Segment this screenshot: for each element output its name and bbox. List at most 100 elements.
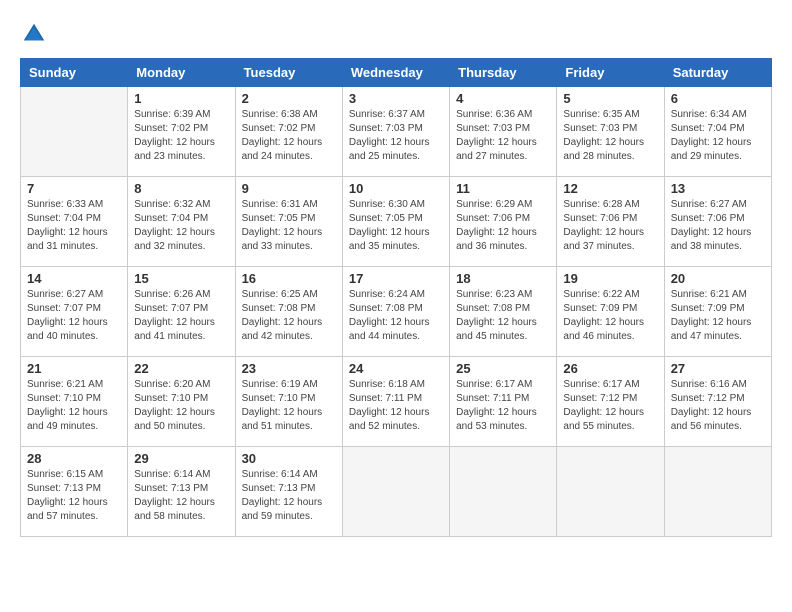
week-row-1: 1 Sunrise: 6:39 AMSunset: 7:02 PMDaylight… [21, 87, 772, 177]
day-number: 1 [134, 91, 228, 106]
day-info: Sunrise: 6:36 AMSunset: 7:03 PMDaylight:… [456, 108, 550, 164]
day-number: 27 [671, 361, 765, 376]
day-number: 18 [456, 271, 550, 286]
day-info: Sunrise: 6:16 AMSunset: 7:12 PMDaylight:… [671, 378, 765, 434]
day-info: Sunrise: 6:23 AMSunset: 7:08 PMDaylight:… [456, 288, 550, 344]
day-number: 17 [349, 271, 443, 286]
day-info: Sunrise: 6:37 AMSunset: 7:03 PMDaylight:… [349, 108, 443, 164]
day-number: 7 [27, 181, 121, 196]
day-number: 11 [456, 181, 550, 196]
day-number: 19 [563, 271, 657, 286]
calendar-cell: 28 Sunrise: 6:15 AMSunset: 7:13 PMDayligh… [21, 447, 128, 537]
day-info: Sunrise: 6:17 AMSunset: 7:11 PMDaylight:… [456, 378, 550, 434]
day-info: Sunrise: 6:35 AMSunset: 7:03 PMDaylight:… [563, 108, 657, 164]
day-number: 15 [134, 271, 228, 286]
week-row-3: 14 Sunrise: 6:27 AMSunset: 7:07 PMDayligh… [21, 267, 772, 357]
calendar-cell: 12 Sunrise: 6:28 AMSunset: 7:06 PMDayligh… [557, 177, 664, 267]
calendar-header-row: SundayMondayTuesdayWednesdayThursdayFrid… [21, 59, 772, 87]
day-info: Sunrise: 6:29 AMSunset: 7:06 PMDaylight:… [456, 198, 550, 254]
calendar-cell: 16Sunrise: 6:25 AMSunset: 7:08 PMDayligh… [235, 267, 342, 357]
day-number: 8 [134, 181, 228, 196]
day-info: Sunrise: 6:15 AMSunset: 7:13 PMDaylight:… [27, 468, 121, 524]
calendar-cell: 14 Sunrise: 6:27 AMSunset: 7:07 PMDayligh… [21, 267, 128, 357]
day-number: 21 [27, 361, 121, 376]
col-header-saturday: Saturday [664, 59, 771, 87]
day-info: Sunrise: 6:18 AMSunset: 7:11 PMDaylight:… [349, 378, 443, 434]
calendar-cell: 5Sunrise: 6:35 AMSunset: 7:03 PMDaylight… [557, 87, 664, 177]
calendar-cell: 11 Sunrise: 6:29 AMSunset: 7:06 PMDayligh… [450, 177, 557, 267]
day-number: 20 [671, 271, 765, 286]
day-info: Sunrise: 6:27 AMSunset: 7:06 PMDaylight:… [671, 198, 765, 254]
day-number: 13 [671, 181, 765, 196]
day-number: 10 [349, 181, 443, 196]
calendar-cell: 6 Sunrise: 6:34 AMSunset: 7:04 PMDaylight… [664, 87, 771, 177]
week-row-4: 21 Sunrise: 6:21 AMSunset: 7:10 PMDayligh… [21, 357, 772, 447]
calendar-cell: 30Sunrise: 6:14 AMSunset: 7:13 PMDayligh… [235, 447, 342, 537]
page-header [20, 20, 772, 48]
col-header-tuesday: Tuesday [235, 59, 342, 87]
day-info: Sunrise: 6:39 AMSunset: 7:02 PMDaylight:… [134, 108, 228, 164]
calendar-cell: 4 Sunrise: 6:36 AMSunset: 7:03 PMDaylight… [450, 87, 557, 177]
col-header-sunday: Sunday [21, 59, 128, 87]
calendar-cell: 21 Sunrise: 6:21 AMSunset: 7:10 PMDayligh… [21, 357, 128, 447]
calendar-cell: 26Sunrise: 6:17 AMSunset: 7:12 PMDayligh… [557, 357, 664, 447]
logo-icon [20, 20, 48, 48]
day-info: Sunrise: 6:20 AMSunset: 7:10 PMDaylight:… [134, 378, 228, 434]
col-header-wednesday: Wednesday [342, 59, 449, 87]
day-number: 2 [242, 91, 336, 106]
day-info: Sunrise: 6:34 AMSunset: 7:04 PMDaylight:… [671, 108, 765, 164]
calendar-cell: 17 Sunrise: 6:24 AMSunset: 7:08 PMDayligh… [342, 267, 449, 357]
day-info: Sunrise: 6:21 AMSunset: 7:10 PMDaylight:… [27, 378, 121, 434]
day-info: Sunrise: 6:21 AMSunset: 7:09 PMDaylight:… [671, 288, 765, 344]
calendar-cell: 19 Sunrise: 6:22 AMSunset: 7:09 PMDayligh… [557, 267, 664, 357]
logo [20, 20, 52, 48]
calendar-cell: 22 Sunrise: 6:20 AMSunset: 7:10 PMDayligh… [128, 357, 235, 447]
day-info: Sunrise: 6:30 AMSunset: 7:05 PMDaylight:… [349, 198, 443, 254]
calendar-cell [557, 447, 664, 537]
calendar-cell: 25 Sunrise: 6:17 AMSunset: 7:11 PMDayligh… [450, 357, 557, 447]
day-number: 14 [27, 271, 121, 286]
calendar-cell: 9 Sunrise: 6:31 AMSunset: 7:05 PMDaylight… [235, 177, 342, 267]
day-number: 22 [134, 361, 228, 376]
day-number: 30 [242, 451, 336, 466]
day-info: Sunrise: 6:33 AMSunset: 7:04 PMDaylight:… [27, 198, 121, 254]
day-number: 26 [563, 361, 657, 376]
day-number: 6 [671, 91, 765, 106]
calendar-cell: 27 Sunrise: 6:16 AMSunset: 7:12 PMDayligh… [664, 357, 771, 447]
day-number: 29 [134, 451, 228, 466]
calendar-cell: 20 Sunrise: 6:21 AMSunset: 7:09 PMDayligh… [664, 267, 771, 357]
day-info: Sunrise: 6:28 AMSunset: 7:06 PMDaylight:… [563, 198, 657, 254]
day-info: Sunrise: 6:25 AMSunset: 7:08 PMDaylight:… [242, 288, 336, 344]
calendar-cell [342, 447, 449, 537]
day-number: 24 [349, 361, 443, 376]
calendar-cell: 29Sunrise: 6:14 AMSunset: 7:13 PMDayligh… [128, 447, 235, 537]
day-number: 4 [456, 91, 550, 106]
day-number: 25 [456, 361, 550, 376]
day-number: 3 [349, 91, 443, 106]
week-row-2: 7 Sunrise: 6:33 AMSunset: 7:04 PMDaylight… [21, 177, 772, 267]
day-number: 12 [563, 181, 657, 196]
day-info: Sunrise: 6:27 AMSunset: 7:07 PMDaylight:… [27, 288, 121, 344]
calendar-cell: 7 Sunrise: 6:33 AMSunset: 7:04 PMDaylight… [21, 177, 128, 267]
calendar-cell: 23Sunrise: 6:19 AMSunset: 7:10 PMDayligh… [235, 357, 342, 447]
day-info: Sunrise: 6:19 AMSunset: 7:10 PMDaylight:… [242, 378, 336, 434]
day-number: 28 [27, 451, 121, 466]
calendar-cell: 15 Sunrise: 6:26 AMSunset: 7:07 PMDayligh… [128, 267, 235, 357]
day-info: Sunrise: 6:31 AMSunset: 7:05 PMDaylight:… [242, 198, 336, 254]
calendar-cell: 3 Sunrise: 6:37 AMSunset: 7:03 PMDaylight… [342, 87, 449, 177]
day-info: Sunrise: 6:24 AMSunset: 7:08 PMDaylight:… [349, 288, 443, 344]
calendar-cell: 2 Sunrise: 6:38 AMSunset: 7:02 PMDaylight… [235, 87, 342, 177]
day-info: Sunrise: 6:32 AMSunset: 7:04 PMDaylight:… [134, 198, 228, 254]
col-header-thursday: Thursday [450, 59, 557, 87]
day-info: Sunrise: 6:38 AMSunset: 7:02 PMDaylight:… [242, 108, 336, 164]
day-number: 9 [242, 181, 336, 196]
calendar-cell: 24 Sunrise: 6:18 AMSunset: 7:11 PMDayligh… [342, 357, 449, 447]
col-header-friday: Friday [557, 59, 664, 87]
day-info: Sunrise: 6:22 AMSunset: 7:09 PMDaylight:… [563, 288, 657, 344]
calendar-cell: 8 Sunrise: 6:32 AMSunset: 7:04 PMDaylight… [128, 177, 235, 267]
day-info: Sunrise: 6:26 AMSunset: 7:07 PMDaylight:… [134, 288, 228, 344]
calendar: SundayMondayTuesdayWednesdayThursdayFrid… [20, 58, 772, 537]
calendar-cell: 18 Sunrise: 6:23 AMSunset: 7:08 PMDayligh… [450, 267, 557, 357]
week-row-5: 28 Sunrise: 6:15 AMSunset: 7:13 PMDayligh… [21, 447, 772, 537]
col-header-monday: Monday [128, 59, 235, 87]
